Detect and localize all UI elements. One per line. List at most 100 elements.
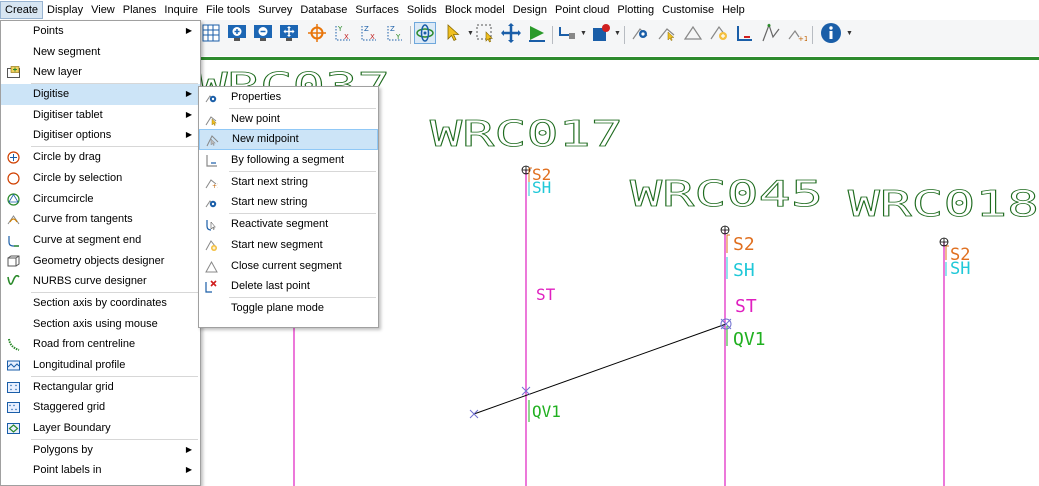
- string-number-tool-icon[interactable]: +1: [786, 22, 808, 44]
- menu-design[interactable]: Design: [509, 1, 551, 19]
- menu-item-layer-boundary[interactable]: Layer Boundary: [1, 418, 200, 439]
- menu-item-section-axis-by-coordinates[interactable]: Section axis by coordinates: [1, 293, 200, 314]
- menu-item-rectangular-grid[interactable]: Rectangular grid: [1, 377, 200, 398]
- digitise-submenu: Properties New point New midpoint By fol…: [198, 86, 379, 328]
- submenu-arrow-icon: ▶: [185, 444, 192, 454]
- submenu-item-delete-last-point[interactable]: Delete last point: [199, 276, 378, 297]
- menu-item-curve-from-tangents[interactable]: Curve from tangents: [1, 209, 200, 230]
- new-point-tool-icon[interactable]: [656, 22, 678, 44]
- view-yx-plane-icon[interactable]: YX: [332, 22, 354, 44]
- submenu-item-toggle-plane-mode[interactable]: Toggle plane mode: [199, 298, 378, 319]
- circle-drag-icon: [7, 151, 20, 164]
- interval-qv1-wrc045: QV1: [726, 326, 766, 350]
- menu-block-model[interactable]: Block model: [441, 1, 509, 19]
- segment-tool-icon[interactable]: [556, 22, 578, 44]
- submenu-item-start-new-segment[interactable]: Start new segment: [199, 235, 378, 256]
- collar-marker-wrc018: [939, 237, 949, 247]
- dropdown-arrow-icon[interactable]: ▼: [580, 30, 587, 37]
- menu-survey[interactable]: Survey: [254, 1, 296, 19]
- menu-solids[interactable]: Solids: [403, 1, 441, 19]
- toolbar-separator: [552, 26, 553, 44]
- submenu-item-reactivate-segment[interactable]: Reactivate segment: [199, 214, 378, 235]
- toolbar-separator: [812, 26, 813, 44]
- menu-item-road-from-centreline[interactable]: Road from centreline: [1, 334, 200, 355]
- box-select-icon[interactable]: [474, 22, 496, 44]
- info-icon[interactable]: [820, 22, 842, 44]
- menu-help[interactable]: Help: [718, 1, 749, 19]
- string-tool-icon[interactable]: [760, 22, 782, 44]
- select-pointer-icon[interactable]: [442, 22, 464, 44]
- menu-item-section-axis-using-mouse[interactable]: Section axis using mouse: [1, 314, 200, 335]
- menu-display[interactable]: Display: [43, 1, 87, 19]
- grid-view-icon[interactable]: [200, 22, 222, 44]
- svg-text:Y: Y: [395, 33, 401, 41]
- new-midpoint-icon: [206, 134, 219, 147]
- point-properties-icon[interactable]: [630, 22, 652, 44]
- reactivate-segment-icon: [205, 218, 218, 231]
- start-new-segment-tool-icon[interactable]: [708, 22, 730, 44]
- zoom-in-icon[interactable]: [226, 22, 248, 44]
- dropdown-arrow-icon[interactable]: ▼: [614, 30, 621, 37]
- submenu-item-start-next-string[interactable]: +1 Start next string: [199, 172, 378, 193]
- menu-surfaces[interactable]: Surfaces: [351, 1, 402, 19]
- menu-item-polygons-by[interactable]: Polygons by ▶: [1, 440, 200, 461]
- menu-item-point-labels-in[interactable]: Point labels in ▶: [1, 460, 200, 481]
- hole-label-wrc017: WRC017: [430, 114, 623, 155]
- view-zy-plane-icon[interactable]: ZY: [384, 22, 406, 44]
- submenu-item-properties[interactable]: Properties: [199, 87, 378, 108]
- road-icon: [7, 338, 20, 352]
- delete-last-point-icon: [205, 280, 218, 293]
- submenu-item-close-current-segment[interactable]: Close current segment: [199, 256, 378, 277]
- menu-database[interactable]: Database: [296, 1, 351, 19]
- curve-segment-end-icon: [7, 234, 20, 247]
- pan-view-icon[interactable]: [278, 22, 300, 44]
- menu-item-geometry-objects-designer[interactable]: Geometry objects designer: [1, 251, 200, 272]
- submenu-item-new-midpoint[interactable]: New midpoint: [199, 129, 378, 151]
- crosshair-target-icon[interactable]: [306, 22, 328, 44]
- menu-inquire[interactable]: Inquire: [160, 1, 202, 19]
- triangle-icon[interactable]: [526, 22, 548, 44]
- rotate-view-icon[interactable]: [414, 22, 436, 44]
- menu-item-new-segment[interactable]: New segment: [1, 42, 200, 63]
- menu-item-points[interactable]: Points ▶: [1, 21, 200, 42]
- view-zx-plane-icon[interactable]: ZX: [358, 22, 380, 44]
- menu-item-digitiser-options[interactable]: Digitiser options ▶: [1, 125, 200, 146]
- svg-text:X: X: [370, 33, 375, 41]
- menu-customise[interactable]: Customise: [658, 1, 718, 19]
- submenu-item-new-point[interactable]: New point: [199, 109, 378, 130]
- staggered-grid-icon: [7, 401, 20, 414]
- move-icon[interactable]: [500, 22, 522, 44]
- dropdown-arrow-icon[interactable]: ▼: [846, 30, 853, 37]
- menu-item-nurbs-curve-designer[interactable]: NURBS curve designer: [1, 271, 200, 292]
- menu-planes[interactable]: Planes: [119, 1, 161, 19]
- close-segment-tool-icon[interactable]: [682, 22, 704, 44]
- submenu-item-by-following-a-segment[interactable]: By following a segment: [199, 150, 378, 171]
- interval-st-wrc017: ST: [536, 285, 556, 304]
- submenu-arrow-icon: ▶: [185, 26, 192, 35]
- menu-item-new-layer[interactable]: New layer: [1, 62, 200, 83]
- menu-item-circle-by-selection[interactable]: Circle by selection: [1, 168, 200, 189]
- menu-item-digitiser-tablet[interactable]: Digitiser tablet ▶: [1, 105, 200, 126]
- menu-plotting[interactable]: Plotting: [613, 1, 658, 19]
- menu-item-staggered-grid[interactable]: Staggered grid: [1, 397, 200, 418]
- menu-item-circle-by-drag[interactable]: Circle by drag: [1, 147, 200, 168]
- menu-file-tools[interactable]: File tools: [202, 1, 254, 19]
- dropdown-arrow-icon[interactable]: ▼: [467, 30, 474, 37]
- menu-point-cloud[interactable]: Point cloud: [551, 1, 613, 19]
- menu-item-longitudinal-profile[interactable]: Longitudinal profile: [1, 355, 200, 376]
- layer-boundary-icon: [7, 422, 20, 435]
- menu-create[interactable]: Create: [0, 1, 44, 19]
- menu-item-digitise[interactable]: Digitise ▶: [1, 84, 200, 105]
- svg-text:QV1: QV1: [733, 329, 766, 350]
- digitised-string: [473, 323, 727, 415]
- follow-segment-tool-icon[interactable]: [734, 22, 756, 44]
- color-tool-icon[interactable]: [590, 22, 612, 44]
- zoom-out-icon[interactable]: [252, 22, 274, 44]
- menu-item-circumcircle[interactable]: Circumcircle: [1, 189, 200, 210]
- start-new-segment-icon: [205, 239, 218, 252]
- menu-item-curve-at-segment-end[interactable]: Curve at segment end: [1, 230, 200, 251]
- curve-tangents-icon: [7, 213, 20, 226]
- menu-view[interactable]: View: [87, 1, 119, 19]
- svg-text:SH: SH: [532, 178, 551, 197]
- submenu-item-start-new-string[interactable]: Start new string: [199, 192, 378, 213]
